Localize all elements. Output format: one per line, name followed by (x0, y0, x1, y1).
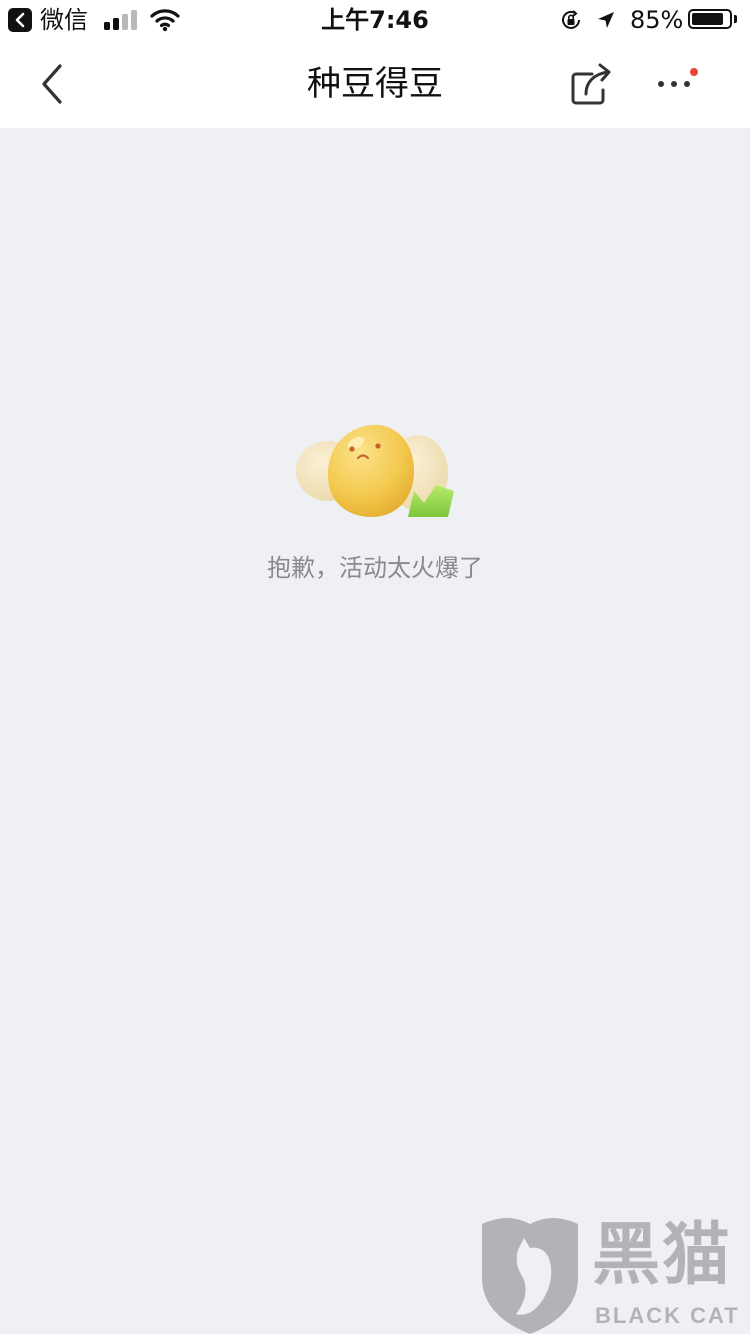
watermark-cn: 黑猫 (592, 1216, 733, 1295)
black-cat-watermark: 黑猫 BLACK CAT (478, 1216, 750, 1334)
empty-state-message: 抱歉，活动太火爆了 (267, 554, 483, 582)
nav-bar: 种豆得豆 (0, 40, 750, 128)
cat-shield-logo (482, 1218, 578, 1334)
back-chevron-icon[interactable] (28, 60, 76, 108)
notification-dot (690, 68, 698, 76)
sad-bean-illustration (296, 424, 454, 517)
location-arrow-icon (598, 12, 614, 28)
battery-level-fill (692, 13, 723, 25)
share-icon[interactable] (566, 60, 616, 110)
status-bar: 微信 上午7:46 85% (0, 0, 750, 40)
battery-tip (734, 15, 737, 23)
orientation-lock-icon (562, 10, 580, 29)
page-title: 种豆得豆 (307, 64, 443, 104)
main-content: 抱歉，活动太火爆了 (0, 128, 750, 1334)
battery-percent: 85% (630, 6, 684, 34)
battery-icon (688, 9, 732, 29)
watermark-en: BLACK CAT (595, 1303, 740, 1328)
